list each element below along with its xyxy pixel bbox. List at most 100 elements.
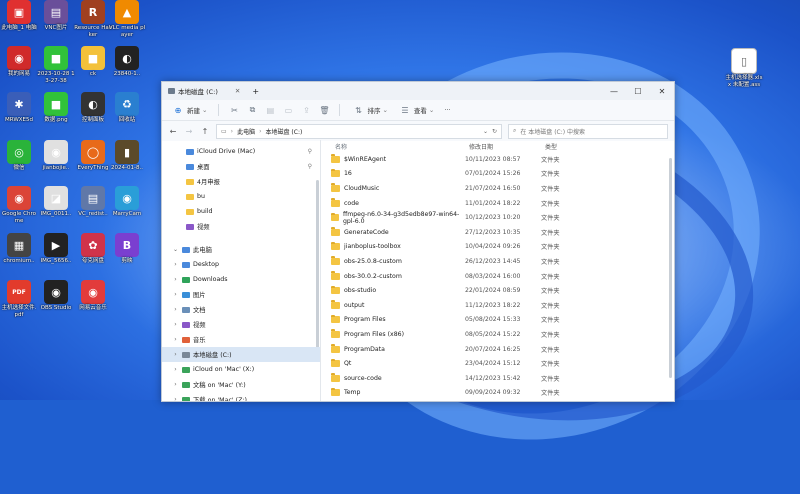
sort-button[interactable]: ⇅ 排序 ⌄ [348, 105, 390, 116]
desktop-icon[interactable]: ■ ck [74, 46, 112, 78]
desktop-icon[interactable]: ✿ 夸克网盘 [74, 233, 112, 265]
desktop-icon[interactable]: ◉ Google Chrome [0, 186, 38, 224]
sidebar-item[interactable]: 视频 [162, 219, 320, 234]
view-button[interactable]: ☰ 查看 ⌄ [395, 105, 437, 116]
sidebar-item[interactable]: 桌面 ⚲ [162, 159, 320, 174]
file-row[interactable]: ProgramData 20/07/2024 16:25 文件夹 [321, 342, 674, 357]
desktop-icon[interactable]: ◯ EveryThing [74, 140, 112, 172]
desktop-icon[interactable]: B 剪映 [108, 233, 146, 265]
sidebar-item[interactable]: iCloud Drive (Mac) ⚲ [162, 144, 320, 159]
file-row[interactable]: ffmpeg-n6.0-34-g3d5edb8e97-win64-gpl-6.0… [321, 210, 674, 225]
file-row[interactable]: CloudMusic 21/07/2024 16:50 文件夹 [321, 181, 674, 196]
up-arrow-icon[interactable]: ↑ [200, 127, 210, 136]
search-input[interactable]: ⌕ 在 本地磁盘 (C:) 中搜索 [508, 123, 668, 139]
desktop-icon[interactable]: ◉ 我的网易 [0, 46, 38, 78]
chevron-icon[interactable]: ⌄ [172, 246, 179, 253]
chevron-icon[interactable]: › [172, 276, 179, 283]
chevron-icon[interactable]: › [172, 336, 179, 343]
desktop-icon[interactable]: ▤ VC_redist.. [74, 186, 112, 218]
rename-icon[interactable]: ▭ [281, 106, 295, 115]
sidebar-item[interactable]: › 文档 [162, 302, 320, 317]
file-row[interactable]: $WinREAgent 10/11/2023 08:57 文件夹 [321, 152, 674, 167]
file-row[interactable]: code 11/01/2024 18:22 文件夹 [321, 196, 674, 211]
add-tab-button[interactable]: + [246, 87, 265, 96]
chevron-icon[interactable]: › [172, 351, 179, 358]
file-row[interactable]: obs-studio 22/01/2024 08:59 文件夹 [321, 283, 674, 298]
close-button[interactable]: ✕ [650, 87, 674, 96]
file-list-scrollbar[interactable] [669, 158, 672, 378]
desktop-icon[interactable]: ■ 2023-10-28 13-27-38 [37, 46, 75, 84]
breadcrumb-this-pc[interactable]: 此电脑 [237, 127, 255, 136]
breadcrumb-local-disk[interactable]: 本地磁盘 (C:) [266, 127, 303, 136]
refresh-icon[interactable]: ↻ [492, 128, 497, 135]
desktop-icon[interactable]: ◐ 控制面板 [74, 92, 112, 124]
desktop-icon[interactable]: ▲ VLC media player [108, 0, 146, 38]
tab-local-disk[interactable]: 本地磁盘 (C:) ✕ [162, 82, 246, 100]
chevron-down-icon[interactable]: ⌄ [483, 128, 488, 135]
desktop-icon[interactable]: ▮ 2024-01-8.. [108, 140, 146, 172]
sidebar-item[interactable]: › 图片 [162, 287, 320, 302]
desktop-icon[interactable]: ◐ 23840-1.. [108, 46, 146, 78]
desktop-icon[interactable]: ◉ MarryCam [108, 186, 146, 218]
desktop-icon[interactable]: ■ 数据.png [37, 92, 75, 124]
file-row[interactable]: obs-30.0.2-custom 08/03/2024 16:00 文件夹 [321, 269, 674, 284]
desktop-icon[interactable]: R Resource Hacker [74, 0, 112, 38]
column-header-name[interactable]: 名称 [335, 142, 469, 151]
desktop-icon[interactable]: ◪ IMG_0011.. [37, 186, 75, 218]
desktop-icon[interactable]: ◎ 微信 [0, 140, 38, 172]
maximize-button[interactable]: ☐ [626, 87, 650, 96]
paste-icon[interactable]: ▤ [263, 106, 277, 115]
file-row[interactable]: Program Files 05/08/2024 15:33 文件夹 [321, 313, 674, 328]
more-button[interactable]: ··· [441, 106, 453, 114]
desktop-icon[interactable]: ◉ OBS Studio [37, 280, 75, 312]
chevron-icon[interactable]: › [172, 381, 179, 388]
sidebar-item[interactable]: › 下载 on 'Mac' (Z:) [162, 392, 320, 401]
desktop-icon[interactable]: PDF 主机选择文件.pdf [0, 280, 38, 318]
sidebar-item[interactable]: › iCloud on 'Mac' (X:) [162, 362, 320, 377]
chevron-icon[interactable]: › [172, 306, 179, 313]
file-row[interactable]: output 11/12/2023 18:22 文件夹 [321, 298, 674, 313]
sidebar-item[interactable]: › 音乐 [162, 332, 320, 347]
back-arrow-icon[interactable]: ← [168, 127, 178, 136]
file-row[interactable]: GenerateCode 27/12/2023 10:35 文件夹 [321, 225, 674, 240]
sidebar-item[interactable]: › Downloads [162, 272, 320, 287]
cut-icon[interactable]: ✂ [227, 106, 241, 115]
desktop-icon[interactable]: ▤ VNC图片 [37, 0, 75, 32]
file-row[interactable]: obs-25.0.8-custom 26/12/2023 14:45 文件夹 [321, 254, 674, 269]
desktop-icon[interactable]: ◉ 网易云音乐 [74, 280, 112, 312]
desktop-icon[interactable]: ✱ MRWXE5d [0, 92, 38, 124]
desktop-icon[interactable]: ▶ IMG_5656.. [37, 233, 75, 265]
delete-icon[interactable]: 🗑 [317, 106, 331, 115]
file-row[interactable]: source-code 14/12/2023 15:42 文件夹 [321, 371, 674, 386]
share-icon[interactable]: ⇪ [299, 106, 313, 115]
sidebar-item[interactable]: › Desktop [162, 257, 320, 272]
sidebar-item[interactable]: bu [162, 189, 320, 204]
file-explorer-window[interactable]: 本地磁盘 (C:) ✕ + — ☐ ✕ ⊕ 新建 ⌄ ✂ ⧉ ▤ ▭ ⇪ 🗑 ⇅… [161, 81, 675, 402]
copy-icon[interactable]: ⧉ [245, 105, 259, 115]
minimize-button[interactable]: — [602, 87, 626, 96]
file-row[interactable]: Temp 09/09/2024 09:32 文件夹 [321, 386, 674, 401]
desktop-icon[interactable]: ▦ chromium.. [0, 233, 38, 265]
new-button[interactable]: ⊕ 新建 ⌄ [168, 105, 210, 116]
sidebar-item[interactable]: › 视频 [162, 317, 320, 332]
chevron-icon[interactable]: › [172, 291, 179, 298]
chevron-icon[interactable]: › [172, 396, 179, 401]
desktop-icon-document[interactable]: ▯ 主机选择器.xlsx 未配置.ass [724, 48, 764, 88]
column-header-type[interactable]: 类型 [545, 142, 605, 151]
desktop-icon[interactable]: ◉ jianbojie.. [37, 140, 75, 172]
column-header-date[interactable]: 修改日期 [469, 142, 545, 151]
address-bar[interactable]: ▭ › 此电脑 › 本地磁盘 (C:) ⌄ ↻ [216, 123, 502, 139]
chevron-icon[interactable]: › [172, 366, 179, 373]
desktop-icon[interactable]: ▣ 此电脑_1 电脑 [0, 0, 38, 32]
file-row[interactable]: Program Files (x86) 08/05/2024 15:22 文件夹 [321, 327, 674, 342]
sidebar-item[interactable]: ⌄ 此电脑 [162, 242, 320, 257]
close-tab-icon[interactable]: ✕ [235, 87, 240, 95]
sidebar-item[interactable]: › 文稿 on 'Mac' (Y:) [162, 377, 320, 392]
forward-arrow-icon[interactable]: → [184, 127, 194, 136]
sidebar-item[interactable]: build [162, 204, 320, 219]
sidebar-item[interactable]: › 本地磁盘 (C:) [162, 347, 320, 362]
file-row[interactable]: jianboplus-toolbox 10/04/2024 09:26 文件夹 [321, 240, 674, 255]
desktop-icon[interactable]: ♻ 回收站 [108, 92, 146, 124]
sidebar-item[interactable]: 4月申报 [162, 174, 320, 189]
chevron-icon[interactable]: › [172, 261, 179, 268]
